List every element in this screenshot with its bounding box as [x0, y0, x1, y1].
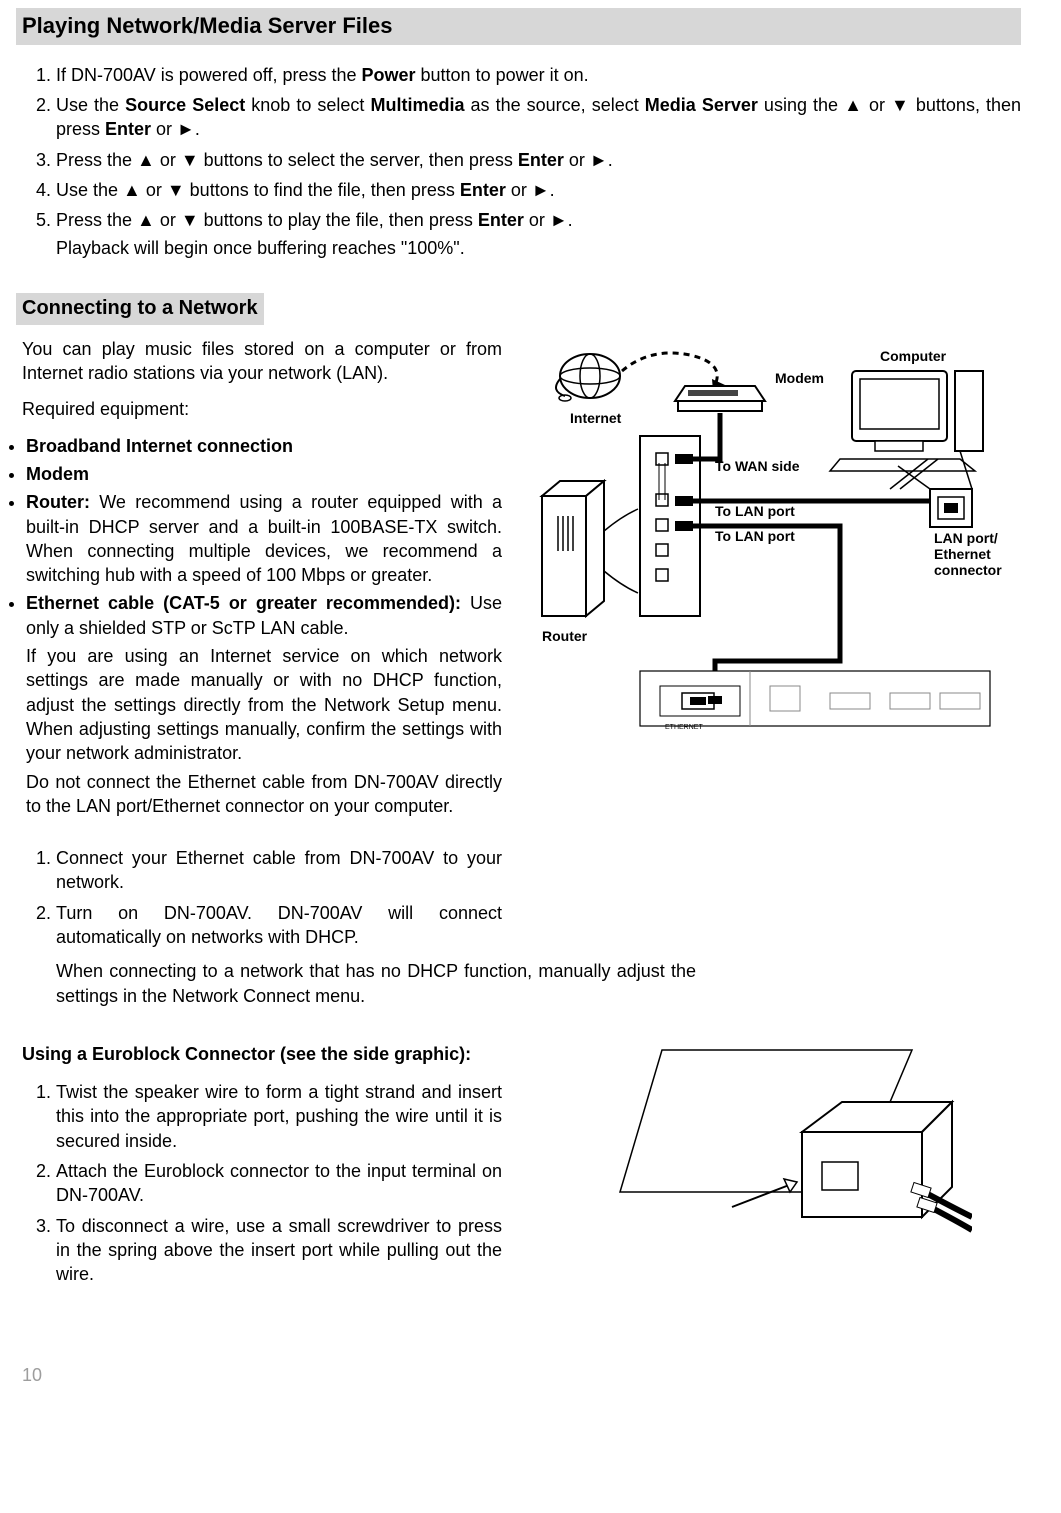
lan1-label: To LAN port [715, 503, 795, 519]
lanport-label2: Ethernet [934, 546, 991, 562]
step-3-1: Twist the speaker wire to form a tight s… [56, 1080, 502, 1153]
network-diagram: Internet Modem Computer [530, 341, 1020, 761]
wan-label: To WAN side [715, 458, 800, 474]
ethernet-port-label: ETHERNET [665, 724, 703, 731]
sec2-intro2: Required equipment: [22, 397, 502, 421]
euroblock-diagram [612, 1042, 972, 1252]
step-1-5b: Playback will begin once buffering reach… [56, 236, 1021, 260]
nic-icon [930, 489, 972, 527]
sec2-intro1: You can play music files stored on a com… [22, 337, 502, 386]
router-label: Router [542, 628, 588, 644]
required-equipment-list: Broadband Internet connection Modem Rout… [4, 434, 502, 818]
dn700av-rear-icon: ETHERNET [640, 671, 990, 731]
section-heading-connecting: Connecting to a Network [16, 293, 264, 325]
step-1-5: Press the ▲ or ▼ buttons to play the fil… [56, 208, 1021, 261]
modem-icon [675, 386, 765, 411]
modem-label: Modem [775, 370, 824, 386]
internet-label: Internet [570, 410, 622, 426]
lanport-label3: connector [934, 562, 1002, 578]
step-2-1: Connect your Ethernet cable from DN-700A… [56, 846, 502, 895]
steps-list-2: Connect your Ethernet cable from DN-700A… [26, 846, 502, 949]
step-1-3: Press the ▲ or ▼ buttons to select the s… [56, 148, 1021, 172]
bullet-modem: Modem [26, 462, 502, 486]
steps-list-1: If DN-700AV is powered off, press the Po… [26, 63, 1021, 261]
computer-label: Computer [880, 348, 947, 364]
section-heading-playing: Playing Network/Media Server Files [16, 8, 1021, 45]
lan2-label: To LAN port [715, 528, 795, 544]
step-3-3: To disconnect a wire, use a small screwd… [56, 1214, 502, 1287]
bullet-ethernet: Ethernet cable (CAT-5 or greater recomme… [26, 591, 502, 818]
router-3d-icon [542, 481, 604, 616]
step-3-2: Attach the Euroblock connector to the in… [56, 1159, 502, 1208]
step-2-2: Turn on DN-700AV. DN-700AV will connect … [56, 901, 502, 950]
step-1-2: Use the Source Select knob to select Mul… [56, 93, 1021, 142]
bullet-broadband: Broadband Internet connection [26, 434, 502, 458]
euroblock-heading: Using a Euroblock Connector (see the sid… [22, 1042, 502, 1066]
page-number: 10 [22, 1363, 1021, 1387]
bullet-router: Router: We recommend using a router equi… [26, 490, 502, 587]
step-1-1: If DN-700AV is powered off, press the Po… [56, 63, 1021, 87]
internet-icon [556, 354, 620, 401]
lanport-label1: LAN port/ [934, 530, 998, 546]
step-2-2b: When connecting to a network that has no… [56, 959, 696, 1008]
steps-list-3: Twist the speaker wire to form a tight s… [26, 1080, 502, 1286]
step-1-4: Use the ▲ or ▼ buttons to find the file,… [56, 178, 1021, 202]
